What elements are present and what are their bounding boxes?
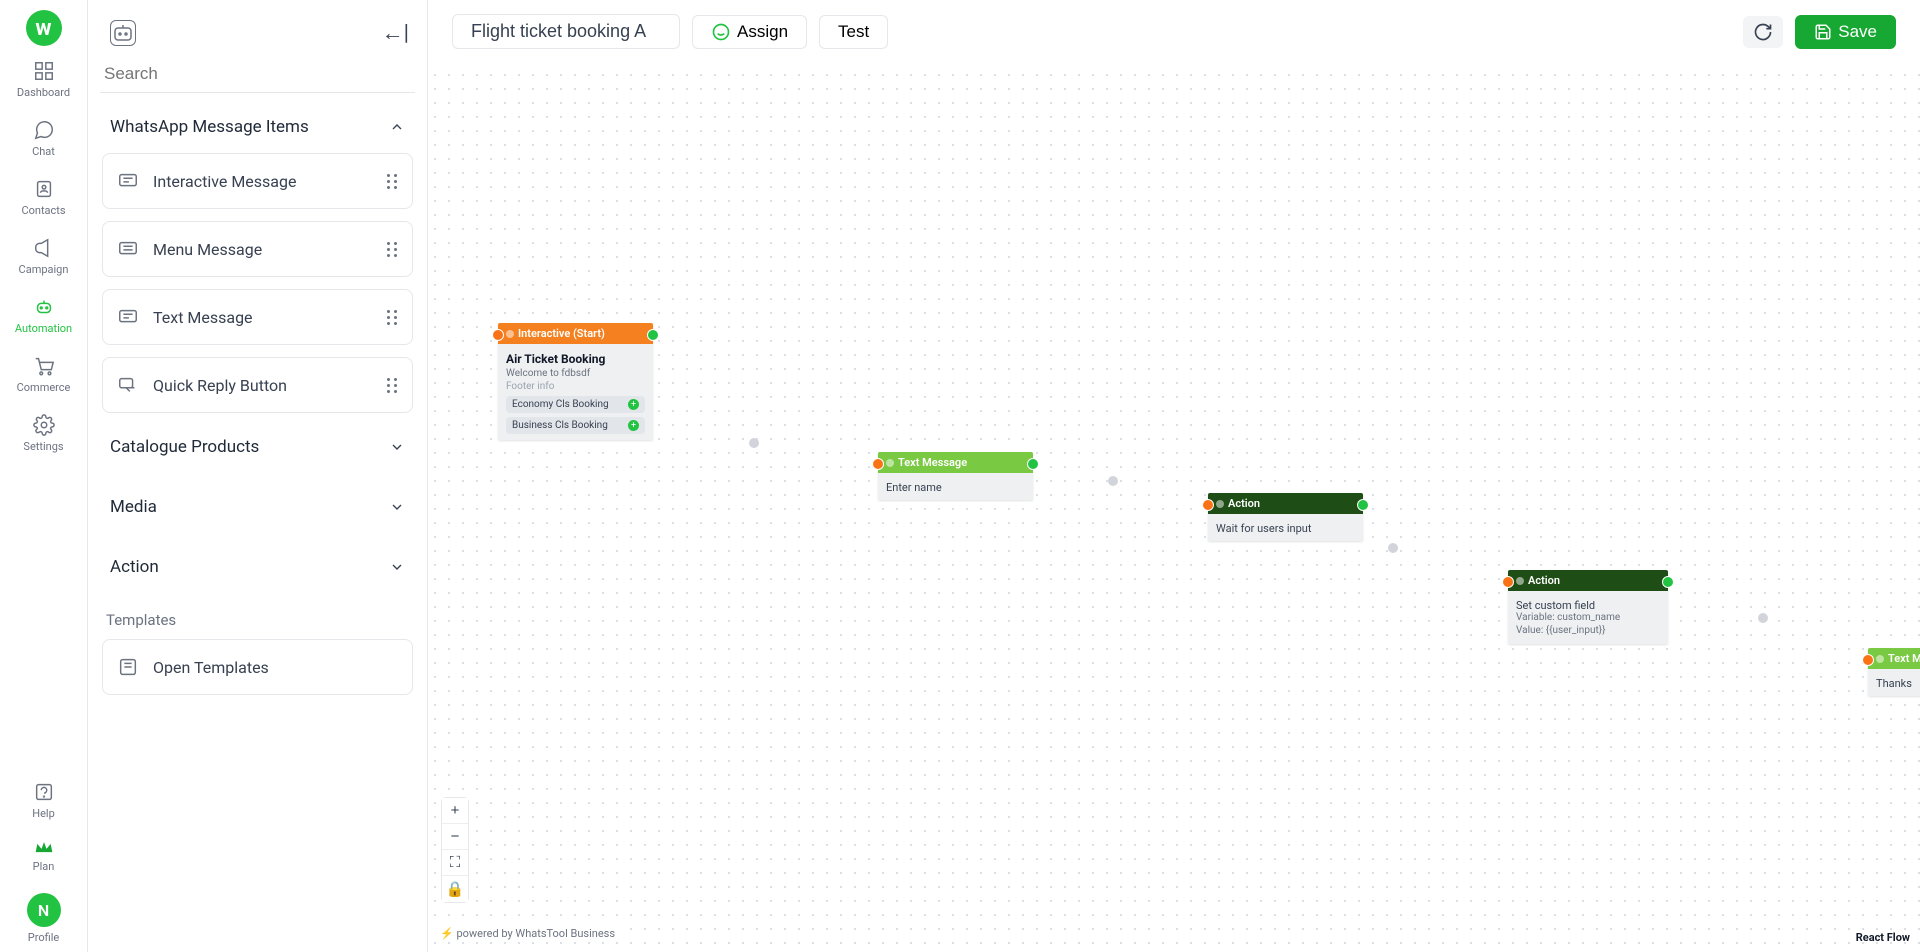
text-icon xyxy=(117,306,139,328)
edge-waypoint xyxy=(1758,613,1768,623)
templates-subhead: Templates xyxy=(88,593,427,639)
template-icon xyxy=(117,656,139,678)
nav-label: Campaign xyxy=(19,263,69,276)
node-action-wait[interactable]: Action Wait for users input xyxy=(1208,493,1363,541)
chevron-up-icon xyxy=(389,119,405,135)
node-text-1[interactable]: Text Message Enter name xyxy=(878,452,1033,500)
port-out[interactable] xyxy=(1662,576,1674,588)
nav-item-chat[interactable]: Chat xyxy=(0,107,87,166)
save-button[interactable]: Save xyxy=(1795,15,1896,49)
nav-label: Contacts xyxy=(21,204,65,217)
assign-button[interactable]: Assign xyxy=(692,15,807,49)
chevron-down-icon xyxy=(389,559,405,575)
cart-icon xyxy=(33,355,55,377)
topbar: Assign Test Save xyxy=(428,0,1920,63)
flow-title-input[interactable] xyxy=(452,14,680,49)
port-in[interactable] xyxy=(492,329,504,341)
refresh-icon xyxy=(1753,22,1773,42)
drag-grip-icon[interactable] xyxy=(387,242,398,257)
port-in[interactable] xyxy=(1862,654,1874,666)
option-economy[interactable]: Economy Cls Booking+ xyxy=(506,396,645,413)
crown-icon xyxy=(34,840,54,856)
component-interactive-message[interactable]: Interactive Message xyxy=(102,153,413,209)
flow-canvas[interactable]: Interactive (Start) Air Ticket Booking W… xyxy=(428,68,1920,952)
flow-edges xyxy=(428,68,728,218)
drag-grip-icon[interactable] xyxy=(387,174,398,189)
whatsapp-icon xyxy=(711,22,731,42)
nav-item-help[interactable]: Help xyxy=(0,769,87,828)
section-whatsapp-items[interactable]: WhatsApp Message Items xyxy=(88,93,427,153)
option-business[interactable]: Business Cls Booking+ xyxy=(506,417,645,434)
test-button[interactable]: Test xyxy=(819,15,888,49)
section-catalogue[interactable]: Catalogue Products xyxy=(88,413,427,473)
component-menu-message[interactable]: Menu Message xyxy=(102,221,413,277)
nav-label: Commerce xyxy=(17,381,71,394)
nav-item-commerce[interactable]: Commerce xyxy=(0,343,87,402)
chevron-down-icon xyxy=(389,439,405,455)
component-quick-reply[interactable]: Quick Reply Button xyxy=(102,357,413,413)
search-input[interactable] xyxy=(100,56,415,93)
section-media[interactable]: Media xyxy=(88,473,427,533)
edge-waypoint xyxy=(749,438,759,448)
nav-label: Help xyxy=(32,807,55,820)
gear-icon xyxy=(33,414,55,436)
contacts-icon xyxy=(33,178,55,200)
nav-label: Automation xyxy=(15,322,72,335)
nav-item-campaign[interactable]: Campaign xyxy=(0,225,87,284)
nav-label: Plan xyxy=(33,860,55,873)
nav-label: Profile xyxy=(28,931,59,944)
port-in[interactable] xyxy=(1502,576,1514,588)
edge-waypoint xyxy=(1388,543,1398,553)
port-out[interactable] xyxy=(1357,499,1369,511)
nav-item-plan[interactable]: Plan xyxy=(0,828,87,881)
editor: Assign Test Save Interactive (Start) Air… xyxy=(428,0,1920,952)
save-icon xyxy=(1814,23,1832,41)
drag-grip-icon[interactable] xyxy=(387,378,398,393)
nav-label: Settings xyxy=(23,440,63,453)
open-templates-button[interactable]: Open Templates xyxy=(102,639,413,695)
zoom-controls: + − ⛶ 🔒 xyxy=(442,798,468,902)
react-flow-attribution: React Flow xyxy=(1856,931,1910,944)
component-palette: ←| WhatsApp Message Items Interactive Me… xyxy=(88,0,428,952)
help-icon xyxy=(33,781,55,803)
nav-label: Dashboard xyxy=(17,86,70,99)
message-icon xyxy=(117,170,139,192)
nav-item-automation[interactable]: Automation xyxy=(0,284,87,343)
robot-icon xyxy=(33,296,55,318)
drag-grip-icon[interactable] xyxy=(387,310,398,325)
reply-icon xyxy=(117,374,139,396)
node-action-setfield[interactable]: Action Set custom field Variable: custom… xyxy=(1508,570,1668,644)
nav-item-profile[interactable]: N Profile xyxy=(0,881,87,952)
list-icon xyxy=(117,238,139,260)
port-in[interactable] xyxy=(1202,499,1214,511)
nav-rail: w Dashboard Chat Contacts Campaign Autom… xyxy=(0,0,88,952)
chevron-down-icon xyxy=(389,499,405,515)
avatar: N xyxy=(27,893,61,927)
fit-view-button[interactable]: ⛶ xyxy=(442,850,468,876)
port-out[interactable] xyxy=(1027,458,1039,470)
nav-item-dashboard[interactable]: Dashboard xyxy=(0,48,87,107)
grid-icon xyxy=(33,60,55,82)
zoom-in-button[interactable]: + xyxy=(442,798,468,824)
megaphone-icon xyxy=(33,237,55,259)
port-in[interactable] xyxy=(872,458,884,470)
chat-icon xyxy=(33,119,55,141)
port-out[interactable] xyxy=(647,329,659,341)
powered-by: ⚡ powered by WhatsTool Business xyxy=(434,925,621,942)
nav-label: Chat xyxy=(32,145,55,158)
refresh-button[interactable] xyxy=(1743,16,1783,48)
app-logo: w xyxy=(26,10,62,46)
bot-icon xyxy=(110,20,136,46)
node-interactive-start[interactable]: Interactive (Start) Air Ticket Booking W… xyxy=(498,323,653,440)
nav-item-settings[interactable]: Settings xyxy=(0,402,87,461)
node-text-2[interactable]: Text Message Thanks xyxy=(1868,648,1920,696)
nav-item-contacts[interactable]: Contacts xyxy=(0,166,87,225)
zoom-out-button[interactable]: − xyxy=(442,824,468,850)
back-arrow-icon[interactable]: ←| xyxy=(382,20,409,46)
component-text-message[interactable]: Text Message xyxy=(102,289,413,345)
section-action[interactable]: Action xyxy=(88,533,427,593)
lock-button[interactable]: 🔒 xyxy=(442,876,468,902)
edge-waypoint xyxy=(1108,476,1118,486)
